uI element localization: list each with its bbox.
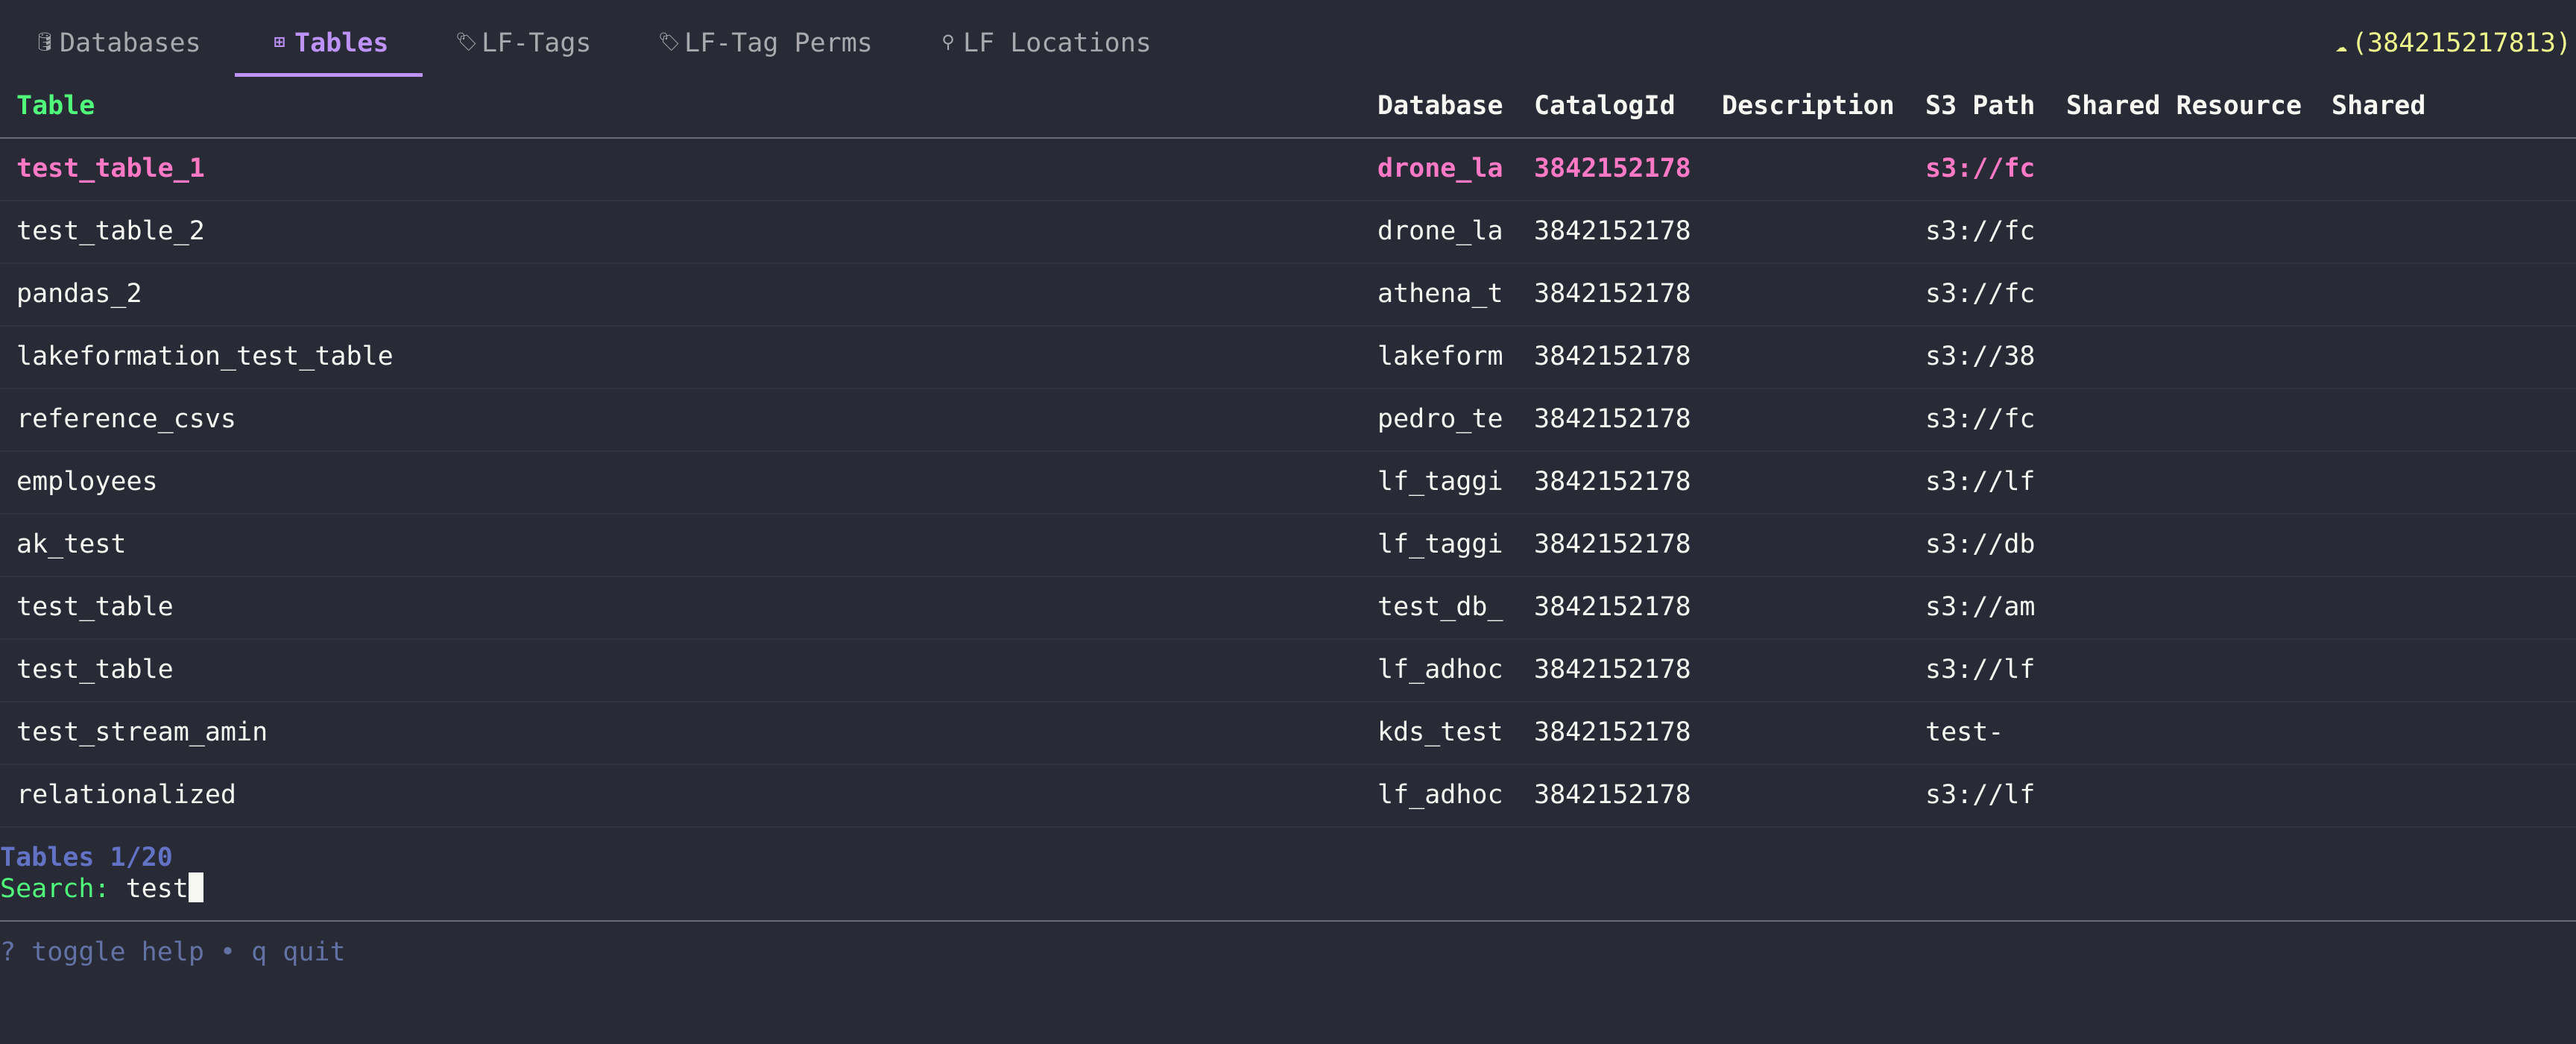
search-label: Search: — [0, 874, 110, 904]
tab-lf-locations[interactable]: ⚲ LF Locations — [933, 27, 1152, 60]
tab-lf-tag-perms[interactable]: 🏷 LF-Tag Perms — [654, 27, 873, 60]
column-header-shared-resource[interactable]: Shared Resource — [2066, 89, 2302, 122]
tab-label: Tables — [294, 28, 389, 58]
table-row[interactable]: test_table lf_adhoc 3842152178 s3://lf — [0, 640, 2576, 702]
cell-catalogid: 3842152178 — [1534, 279, 1691, 309]
active-tab-indicator — [235, 73, 423, 77]
tab-label: LF-Tag Perms — [684, 28, 873, 58]
cell-database: lf_adhoc — [1377, 780, 1503, 810]
column-header-description[interactable]: Description — [1722, 89, 1895, 122]
table-row[interactable]: lakeformation_test_table lakeform 38421521… — [0, 327, 2576, 389]
cell-database: drone_la — [1377, 154, 1503, 183]
cell-s3-path: s3://db — [1925, 529, 2036, 559]
cell-database: drone_la — [1377, 216, 1503, 246]
table-row[interactable]: test_table test_db_ 3842152178 s3://am — [0, 577, 2576, 640]
cell-database: lf_adhoc — [1377, 655, 1503, 685]
cell-s3-path: s3://fc — [1925, 279, 2036, 309]
cell-catalogid: 3842152178 — [1534, 529, 1691, 559]
tab-databases[interactable]: 🛢 Databases — [30, 27, 201, 60]
account-indicator: ☁ (384215217813) — [2335, 27, 2572, 60]
cloud-icon: ☁ — [2335, 34, 2347, 57]
cell-s3-path: s3://fc — [1925, 404, 2036, 434]
cell-table: employees — [16, 467, 158, 497]
table-row[interactable]: relationalized lf_adhoc 3842152178 s3://lf — [0, 765, 2576, 828]
cell-table: lakeformation_test_table — [16, 342, 394, 371]
tag-icon: 🏷 — [455, 31, 479, 52]
column-header-catalogid[interactable]: CatalogId — [1534, 89, 1676, 122]
cell-database: kds_test — [1377, 717, 1503, 747]
cell-table: pandas_2 — [16, 279, 142, 309]
column-header-shared[interactable]: Shared — [2332, 89, 2425, 122]
tab-label: LF Locations — [963, 28, 1152, 58]
cell-s3-path: test- — [1925, 717, 2004, 747]
table-row[interactable]: pandas_2 athena_t 3842152178 s3://fc — [0, 264, 2576, 327]
table-icon: ⊞ — [274, 31, 285, 52]
cell-table: ak_test — [16, 529, 127, 559]
cell-s3-path: s3://lf — [1925, 655, 2036, 685]
search-input[interactable]: Search: test — [0, 872, 203, 905]
table-row[interactable]: test_table_2 drone_la 3842152178 s3://fc — [0, 201, 2576, 264]
tab-lf-tags[interactable]: 🏷 LF-Tags — [452, 27, 592, 60]
table-row[interactable]: ak_test lf_taggi 3842152178 s3://db — [0, 515, 2576, 577]
table-row[interactable]: test_table_1 drone_la 3842152178 s3://fc — [0, 139, 2576, 201]
tab-bar: 🛢 Databases ⊞ Tables 🏷 LF-Tags 🏷 LF-Tag Perm… — [0, 0, 2576, 78]
cell-database: pedro_te — [1377, 404, 1503, 434]
table-row[interactable]: employees lf_taggi 3842152178 s3://lf — [0, 452, 2576, 515]
cell-catalogid: 3842152178 — [1534, 717, 1691, 747]
cell-table: test_stream_amin — [16, 717, 268, 747]
column-header-s3-path[interactable]: S3 Path — [1925, 89, 2036, 122]
cell-catalogid: 3842152178 — [1534, 404, 1691, 434]
cell-database: athena_t — [1377, 279, 1503, 309]
cell-table: test_table — [16, 592, 174, 622]
cell-table: test_table — [16, 655, 174, 685]
help-bar: ? toggle help • q quit — [0, 937, 346, 967]
cell-s3-path: s3://lf — [1925, 467, 2036, 497]
cell-table: reference_csvs — [16, 404, 237, 434]
cell-catalogid: 3842152178 — [1534, 655, 1691, 685]
database-icon: 🛢 — [33, 31, 57, 52]
cell-catalogid: 3842152178 — [1534, 467, 1691, 497]
tab-label: Databases — [60, 28, 201, 58]
search-value[interactable]: test — [126, 874, 189, 904]
table-row[interactable]: reference_csvs pedro_te 3842152178 s3://fc — [0, 389, 2576, 452]
table-header: Table Database CatalogId Description S3 … — [0, 89, 2576, 139]
cell-catalogid: 3842152178 — [1534, 592, 1691, 622]
cell-catalogid: 3842152178 — [1534, 780, 1691, 810]
status-line: Tables 1/20 — [0, 843, 173, 872]
column-header-table[interactable]: Table — [16, 89, 95, 122]
account-id: (384215217813) — [2351, 28, 2572, 58]
cell-s3-path: s3://fc — [1925, 154, 2036, 183]
cell-table: test_table_2 — [16, 216, 205, 246]
cell-database: lf_taggi — [1377, 467, 1503, 497]
tags-icon: 🏷 — [657, 31, 681, 52]
table-body: test_table_1 drone_la 3842152178 s3://fc tes… — [0, 139, 2576, 828]
cell-catalogid: 3842152178 — [1534, 342, 1691, 371]
cell-catalogid: 3842152178 — [1534, 154, 1691, 183]
cell-s3-path: s3://fc — [1925, 216, 2036, 246]
column-header-database[interactable]: Database — [1377, 89, 1503, 122]
cell-database: lakeform — [1377, 342, 1503, 371]
location-pin-icon: ⚲ — [941, 31, 955, 52]
divider — [0, 920, 2576, 922]
cell-catalogid: 3842152178 — [1534, 216, 1691, 246]
cell-s3-path: s3://lf — [1925, 780, 2036, 810]
cell-database: lf_taggi — [1377, 529, 1503, 559]
text-cursor — [188, 872, 203, 902]
tab-label: LF-Tags — [482, 28, 592, 58]
cell-table: test_table_1 — [16, 154, 205, 183]
cell-s3-path: s3://38 — [1925, 342, 2036, 371]
cell-s3-path: s3://am — [1925, 592, 2036, 622]
tab-tables[interactable]: ⊞ Tables — [265, 27, 389, 60]
table-row[interactable]: test_stream_amin kds_test 3842152178 test- — [0, 702, 2576, 765]
cell-database: test_db_ — [1377, 592, 1503, 622]
cell-table: relationalized — [16, 780, 237, 810]
